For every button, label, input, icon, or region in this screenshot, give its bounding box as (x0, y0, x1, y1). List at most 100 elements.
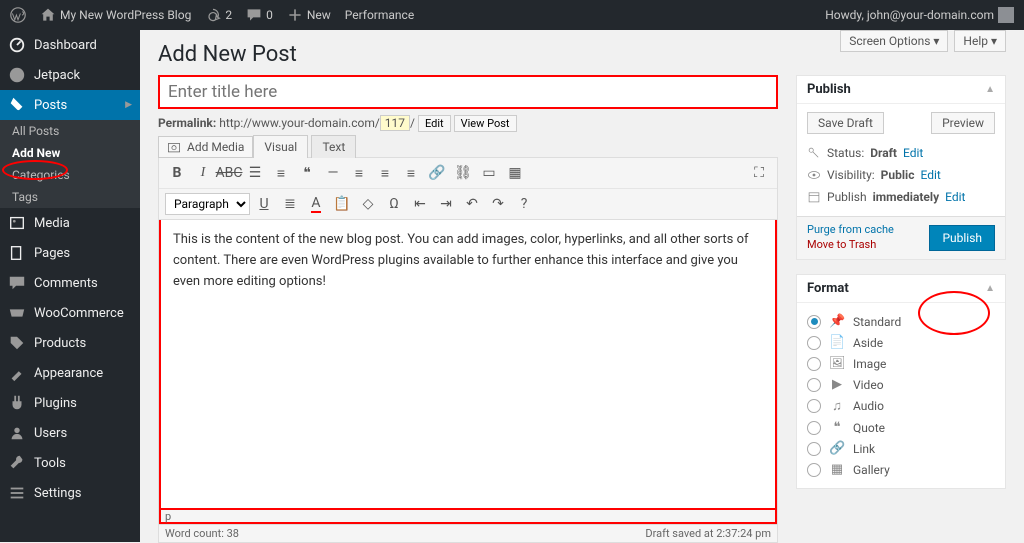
submenu-tags[interactable]: Tags (0, 186, 140, 208)
align-center-button[interactable]: ≡ (373, 161, 397, 185)
menu-posts[interactable]: Posts▶ (0, 90, 140, 120)
bullet-list-button[interactable]: ☰ (243, 161, 267, 185)
paste-text-button[interactable]: 📋 (330, 192, 354, 216)
hr-button[interactable]: — (321, 161, 345, 185)
menu-appearance[interactable]: Appearance (0, 358, 140, 388)
italic-button[interactable]: I (191, 161, 215, 185)
admin-side-menu: Dashboard Jetpack Posts▶ All Posts Add N… (0, 30, 140, 542)
format-audio-icon: ♫ (829, 398, 845, 414)
menu-comments[interactable]: Comments (0, 268, 140, 298)
edit-publish-time-link[interactable]: Edit (945, 190, 965, 204)
format-option-video[interactable]: ▶Video (807, 374, 995, 395)
indent-button[interactable]: ⇥ (434, 192, 458, 216)
submenu-all-posts[interactable]: All Posts (0, 120, 140, 142)
undo-button[interactable]: ↶ (460, 192, 484, 216)
menu-tools[interactable]: Tools (0, 448, 140, 478)
updates-link[interactable]: 2 (205, 7, 232, 23)
radio-icon (807, 463, 821, 477)
format-option-image[interactable]: 🖼Image (807, 353, 995, 374)
wp-logo-icon[interactable] (10, 7, 26, 23)
menu-woocommerce[interactable]: WooCommerce (0, 298, 140, 328)
editor-body[interactable]: This is the content of the new blog post… (159, 220, 777, 510)
bold-button[interactable]: B (165, 161, 189, 185)
collapse-icon[interactable]: ▲ (985, 283, 995, 294)
read-more-button[interactable]: ▭ (477, 161, 501, 185)
comments-link[interactable]: 0 (246, 7, 273, 23)
align-right-button[interactable]: ≡ (399, 161, 423, 185)
edit-visibility-link[interactable]: Edit (920, 168, 940, 182)
radio-icon (807, 357, 821, 371)
underline-button[interactable]: U (252, 192, 276, 216)
special-char-button[interactable]: Ω (382, 192, 406, 216)
preview-button[interactable]: Preview (931, 112, 995, 134)
format-option-aside[interactable]: 📄Aside (807, 332, 995, 353)
format-link-icon: 🔗 (829, 441, 845, 456)
menu-products[interactable]: Products (0, 328, 140, 358)
performance-link[interactable]: Performance (345, 8, 414, 22)
post-title-input[interactable] (158, 75, 778, 109)
menu-settings[interactable]: Settings (0, 478, 140, 508)
text-color-button[interactable]: A (304, 192, 328, 216)
editor-tab-visual[interactable]: Visual (253, 135, 308, 158)
align-left-button[interactable]: ≡ (347, 161, 371, 185)
format-option-audio[interactable]: ♫Audio (807, 395, 995, 417)
clear-format-button[interactable]: ◇ (356, 192, 380, 216)
format-standard-icon: 📌 (829, 314, 845, 329)
format-aside-icon: 📄 (829, 335, 845, 350)
blockquote-button[interactable]: ❝ (295, 161, 319, 185)
unlink-button[interactable]: ⛓ (451, 161, 475, 185)
redo-button[interactable]: ↷ (486, 192, 510, 216)
menu-jetpack[interactable]: Jetpack (0, 60, 140, 90)
menu-media[interactable]: Media (0, 208, 140, 238)
strikethrough-button[interactable]: ABC (217, 161, 241, 185)
publish-button[interactable]: Publish (929, 225, 995, 251)
format-option-link[interactable]: 🔗Link (807, 438, 995, 459)
menu-dashboard[interactable]: Dashboard (0, 30, 140, 60)
numbered-list-button[interactable]: ≡ (269, 161, 293, 185)
menu-users[interactable]: Users (0, 418, 140, 448)
fullscreen-button[interactable]: ⛶ (747, 161, 771, 185)
main-content: Screen Options ▾ Help ▾ Add New Post Per… (140, 30, 1024, 542)
calendar-icon (807, 190, 821, 204)
site-link[interactable]: My New WordPress Blog (40, 7, 191, 23)
help-button[interactable]: Help ▾ (954, 30, 1006, 52)
submenu-categories[interactable]: Categories (0, 164, 140, 186)
justify-button[interactable]: ≣ (278, 192, 302, 216)
add-media-button[interactable]: Add Media (158, 136, 253, 158)
camera-icon (167, 140, 181, 154)
publish-box: Publish▲ Save Draft Preview Status: Draf… (796, 75, 1006, 260)
account-link[interactable]: Howdy, john@your-domain.com (825, 7, 1014, 23)
purge-cache-link[interactable]: Purge from cache (807, 223, 894, 236)
format-image-icon: 🖼 (829, 356, 845, 371)
screen-options-button[interactable]: Screen Options ▾ (840, 30, 948, 52)
permalink-row: Permalink: http://www.your-domain.com/11… (158, 115, 778, 132)
admin-toolbar: My New WordPress Blog 2 0 New Performanc… (0, 0, 1024, 30)
outdent-button[interactable]: ⇤ (408, 192, 432, 216)
draft-saved-time: Draft saved at 2:37:24 pm (645, 527, 771, 540)
link-button[interactable]: 🔗 (425, 161, 449, 185)
collapse-icon[interactable]: ▲ (985, 84, 995, 95)
permalink-slug[interactable]: 117 (380, 115, 410, 131)
edit-permalink-button[interactable]: Edit (418, 115, 451, 132)
edit-status-link[interactable]: Edit (903, 146, 923, 160)
menu-plugins[interactable]: Plugins (0, 388, 140, 418)
radio-icon (807, 336, 821, 350)
format-option-quote[interactable]: ❝Quote (807, 417, 995, 438)
toolbar-toggle-button[interactable]: ▦ (503, 161, 527, 185)
paragraph-select[interactable]: Paragraph (165, 193, 250, 215)
move-to-trash-link[interactable]: Move to Trash (807, 238, 894, 251)
avatar (998, 7, 1014, 23)
new-content-link[interactable]: New (287, 7, 331, 23)
radio-icon (807, 399, 821, 413)
format-option-gallery[interactable]: ▦Gallery (807, 459, 995, 480)
help-icon[interactable]: ? (512, 192, 536, 216)
save-draft-button[interactable]: Save Draft (807, 112, 884, 134)
editor-tab-text[interactable]: Text (311, 135, 356, 158)
key-icon (807, 146, 821, 160)
menu-pages[interactable]: Pages (0, 238, 140, 268)
view-post-button[interactable]: View Post (454, 115, 517, 132)
format-box: Format▲ 📌Standard📄Aside🖼Image▶Video♫Audi… (796, 274, 1006, 489)
format-option-standard[interactable]: 📌Standard (807, 311, 995, 332)
submenu-add-new[interactable]: Add New (0, 142, 140, 164)
chevron-right-icon: ▶ (125, 100, 132, 110)
